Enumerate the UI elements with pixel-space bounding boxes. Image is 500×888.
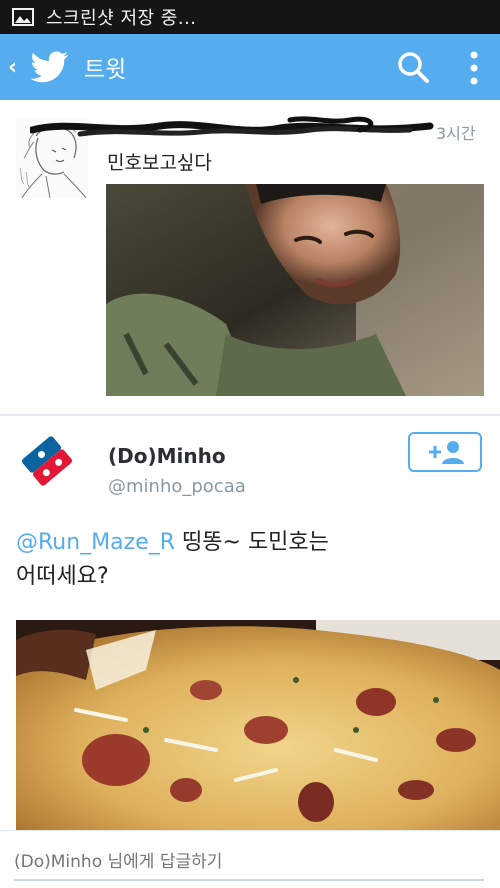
tweet-text-line1: 띵똥~ 도민호는 (182, 530, 329, 555)
tweet-time: 3시간 (436, 124, 476, 143)
app-bar: ‹ 트윗 (0, 34, 500, 100)
tweet-photo[interactable] (106, 184, 484, 396)
image-icon (12, 8, 34, 26)
user-handle[interactable]: @minho_pocaa (108, 476, 246, 497)
reply-bar (0, 830, 500, 888)
tweet-card-2[interactable]: (Do)Minho @minho_pocaa @Run_Maze_R 띵똥~ 도… (0, 418, 500, 830)
page-title: 트윗 (84, 57, 127, 83)
tweet-card-1[interactable]: 3시간 민호보고싶다 (0, 100, 500, 416)
status-text: 스크린샷 저장 중... (46, 8, 197, 29)
display-name[interactable]: (Do)Minho (108, 444, 226, 468)
twitter-bird-icon[interactable] (30, 50, 70, 84)
reply-input[interactable] (14, 845, 484, 879)
redaction-scribble (30, 116, 434, 137)
follow-button[interactable] (408, 432, 482, 472)
tweet-photo[interactable] (16, 620, 500, 830)
reply-underline (14, 879, 484, 881)
tweet-text: 민호보고싶다 (107, 152, 212, 174)
tweet-text-line2: 어떠세요? (16, 564, 109, 589)
search-icon[interactable] (396, 50, 430, 84)
more-vert-icon[interactable] (466, 50, 482, 86)
tweet-text: @Run_Maze_R 띵똥~ 도민호는 어떠세요? (16, 526, 486, 594)
mention-link[interactable]: @Run_Maze_R (16, 530, 175, 555)
follow-user-icon (429, 441, 464, 464)
status-bar: 스크린샷 저장 중... (0, 0, 500, 34)
back-chevron-icon[interactable]: ‹ (8, 55, 24, 80)
dominos-logo[interactable] (20, 434, 74, 488)
